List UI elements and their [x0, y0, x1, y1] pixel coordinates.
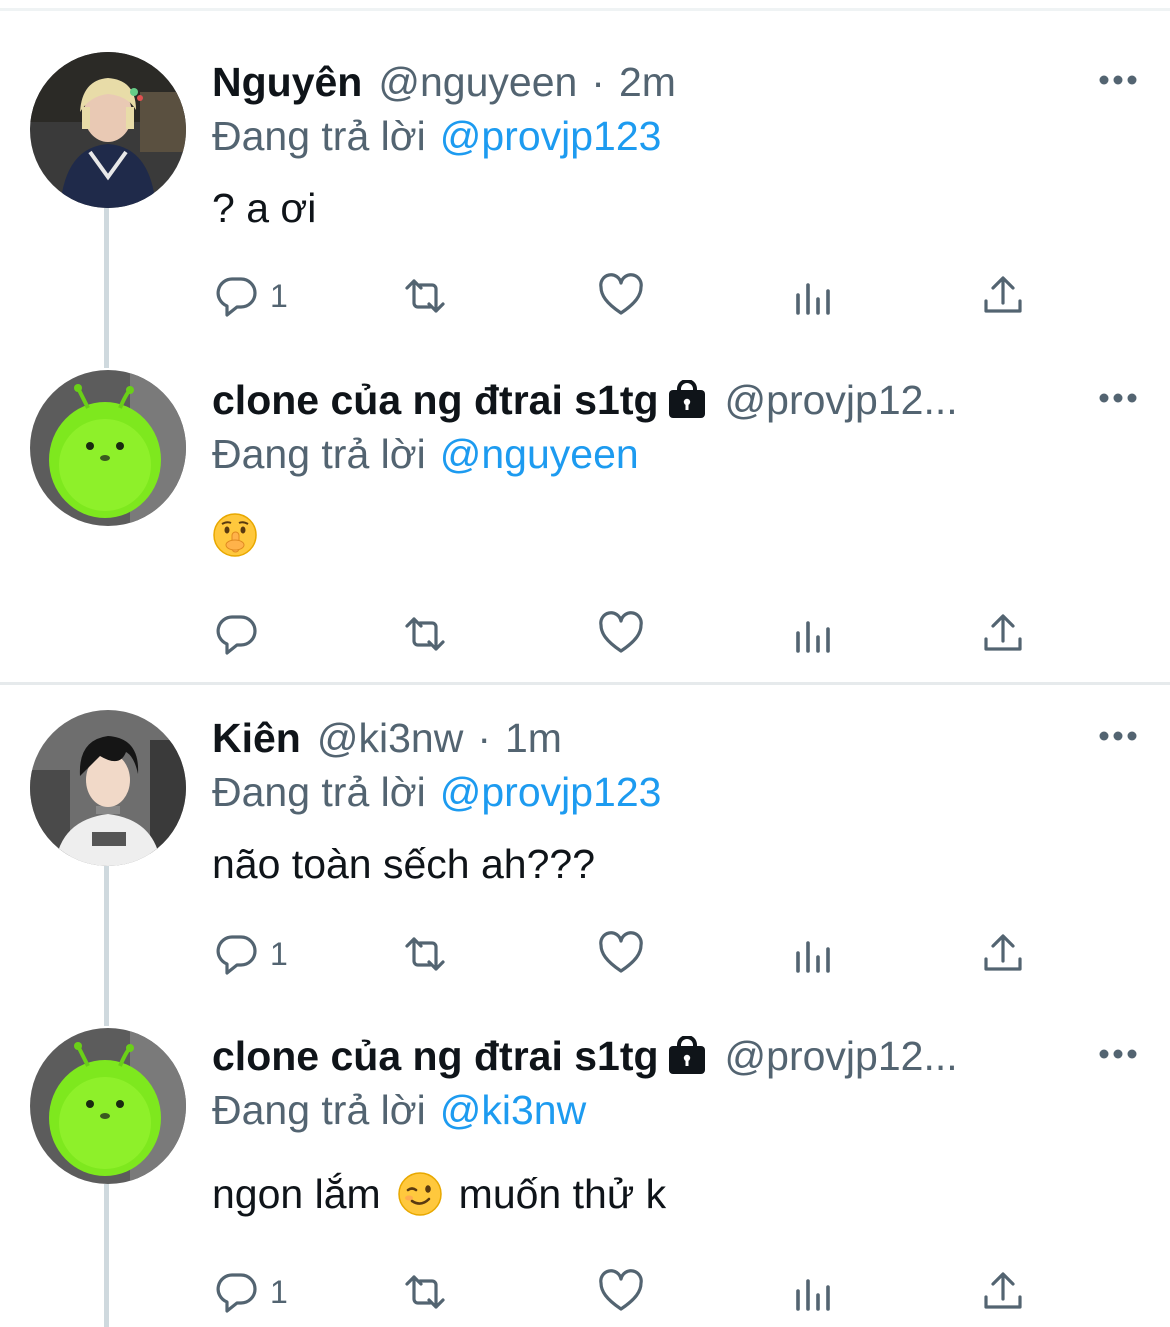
- reply-count: 1: [270, 935, 288, 972]
- timestamp[interactable]: 2m: [619, 54, 676, 110]
- lock-icon: [667, 380, 707, 420]
- reply-button[interactable]: 1: [212, 1264, 288, 1320]
- reply-icon: [216, 1273, 257, 1313]
- share-button[interactable]: [978, 268, 1028, 324]
- reply-prefix: Đang trả lời: [212, 113, 426, 159]
- avatar[interactable]: [30, 52, 186, 208]
- thread-divider: [0, 682, 1170, 685]
- timestamp[interactable]: 1m: [505, 710, 562, 766]
- winking-face-emoji: [397, 1171, 443, 1217]
- replying-to: Đang trả lời @ki3nw: [212, 1082, 586, 1138]
- views-button[interactable]: [788, 1264, 838, 1320]
- share-icon: [984, 614, 1022, 651]
- reply-count: 1: [270, 277, 288, 314]
- separator-dot: ·: [591, 59, 605, 105]
- reply-icon: [216, 615, 257, 655]
- tweet-text: ngon lắm muốn thử k: [212, 1166, 666, 1222]
- display-name[interactable]: Kiên: [212, 710, 301, 766]
- retweet-icon: [405, 617, 445, 651]
- views-icon: [796, 941, 830, 973]
- share-icon: [984, 276, 1022, 313]
- action-bar: 1: [212, 1264, 1042, 1320]
- views-icon: [796, 283, 830, 315]
- replying-to: Đang trả lời @nguyeen: [212, 426, 639, 482]
- share-button[interactable]: [978, 606, 1028, 662]
- reply-prefix: Đang trả lời: [212, 431, 426, 477]
- reply-icon: [216, 935, 257, 975]
- retweet-icon: [405, 937, 445, 971]
- heart-icon: [599, 1269, 643, 1311]
- more-icon[interactable]: [1096, 386, 1140, 410]
- like-button[interactable]: [596, 268, 646, 324]
- share-button[interactable]: [978, 1264, 1028, 1320]
- display-name[interactable]: Nguyên: [212, 54, 362, 110]
- avatar[interactable]: [30, 1028, 186, 1184]
- reply-to-handle[interactable]: @provjp123: [440, 113, 662, 159]
- separator-dot: ·: [477, 715, 491, 761]
- like-button[interactable]: [596, 926, 646, 982]
- reply-prefix: Đang trả lời: [212, 1087, 426, 1133]
- display-name[interactable]: clone của ng đtrai s1tg: [212, 1028, 659, 1084]
- reply-button[interactable]: 1: [212, 926, 288, 982]
- views-button[interactable]: [788, 268, 838, 324]
- user-handle[interactable]: @ki3nw: [317, 710, 463, 766]
- reply-to-handle[interactable]: @nguyeen: [440, 431, 639, 477]
- replying-to: Đang trả lời @provjp123: [212, 108, 661, 164]
- avatar[interactable]: [30, 370, 186, 526]
- reply-button[interactable]: [212, 606, 270, 662]
- heart-icon: [599, 611, 643, 653]
- share-icon: [984, 1272, 1022, 1309]
- user-handle[interactable]: @provjp12...: [725, 1028, 987, 1084]
- retweet-button[interactable]: [400, 606, 450, 662]
- action-bar: [212, 606, 1042, 662]
- more-icon[interactable]: [1096, 68, 1140, 92]
- views-button[interactable]: [788, 926, 838, 982]
- tweet-text: ? a ơi: [212, 185, 317, 231]
- retweet-button[interactable]: [400, 268, 450, 324]
- share-icon: [984, 934, 1022, 971]
- reply-button[interactable]: 1: [212, 268, 288, 324]
- retweet-button[interactable]: [400, 1264, 450, 1320]
- retweet-icon: [405, 1275, 445, 1309]
- user-handle[interactable]: @provjp12...: [725, 372, 987, 428]
- more-icon[interactable]: [1096, 1042, 1140, 1066]
- retweet-icon: [405, 279, 445, 313]
- replying-to: Đang trả lời @provjp123: [212, 764, 661, 820]
- tweet-text: não toàn sếch ah???: [212, 841, 595, 887]
- tweet-text: [212, 512, 258, 558]
- share-button[interactable]: [978, 926, 1028, 982]
- reply-icon: [216, 277, 257, 317]
- like-button[interactable]: [596, 606, 646, 662]
- views-button[interactable]: [788, 606, 838, 662]
- avatar[interactable]: [30, 710, 186, 866]
- top-divider: [0, 8, 1170, 11]
- reply-prefix: Đang trả lời: [212, 769, 426, 815]
- thread-line: [104, 866, 109, 1026]
- views-icon: [796, 621, 830, 653]
- shushing-face-emoji: [212, 512, 258, 558]
- user-handle[interactable]: @nguyeen: [378, 54, 577, 110]
- action-bar: 1: [212, 268, 1042, 324]
- heart-icon: [599, 931, 643, 973]
- display-name[interactable]: clone của ng đtrai s1tg: [212, 372, 659, 428]
- reply-to-handle[interactable]: @provjp123: [440, 769, 662, 815]
- heart-icon: [599, 273, 643, 315]
- tweet-text-after: muốn thử k: [458, 1171, 667, 1217]
- thread-line: [104, 208, 109, 368]
- reply-to-handle[interactable]: @ki3nw: [440, 1087, 586, 1133]
- views-icon: [796, 1279, 830, 1311]
- lock-icon: [667, 1036, 707, 1076]
- like-button[interactable]: [596, 1264, 646, 1320]
- tweet-text-before: ngon lắm: [212, 1171, 381, 1217]
- thread-line: [104, 1184, 109, 1327]
- more-icon[interactable]: [1096, 724, 1140, 748]
- retweet-button[interactable]: [400, 926, 450, 982]
- reply-count: 1: [270, 1273, 288, 1310]
- action-bar: 1: [212, 926, 1042, 982]
